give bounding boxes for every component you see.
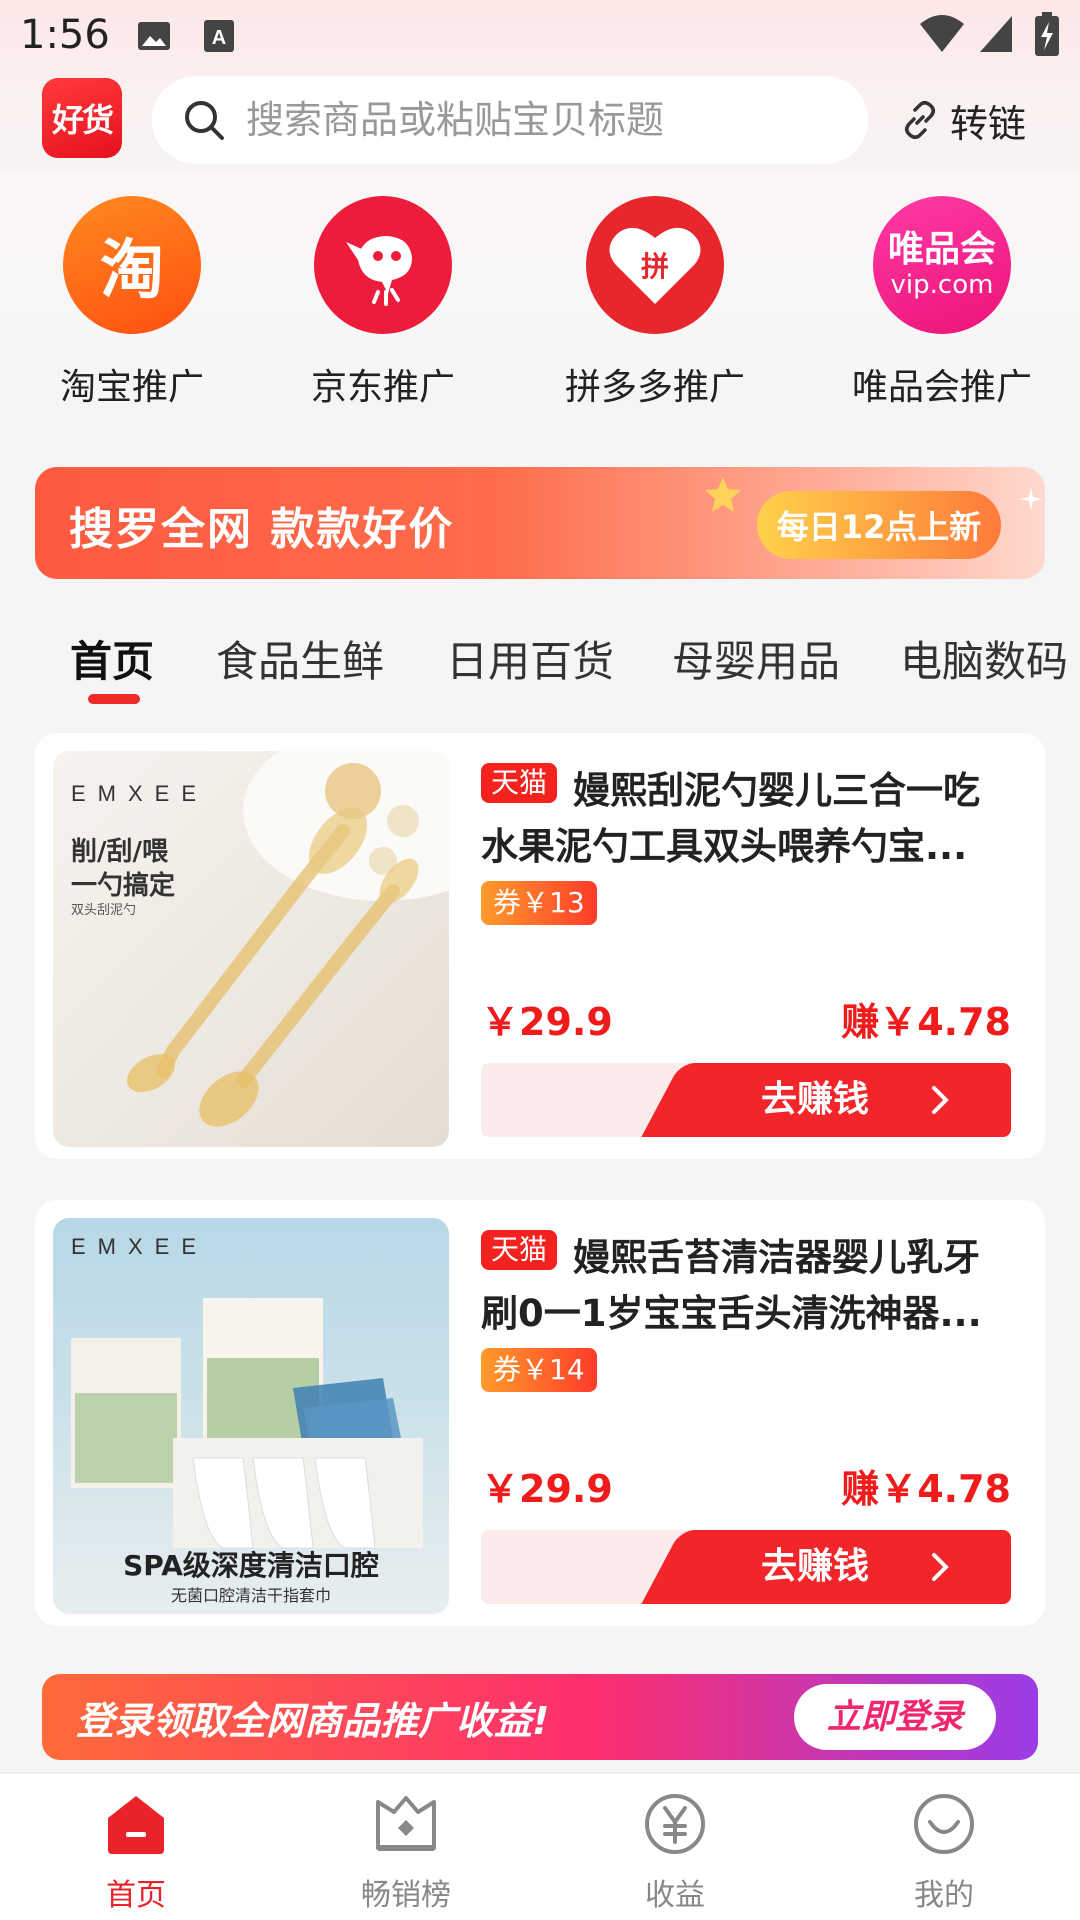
vipshop-icon-sub: vip.com [890, 270, 994, 300]
battery-charging-icon [1035, 12, 1059, 56]
nav-label: 畅销榜 [361, 1878, 451, 1913]
platform-vipshop[interactable]: 唯品会 vip.com 唯品会推广 [842, 196, 1042, 410]
tab-mother-baby[interactable]: 母婴用品 [672, 628, 840, 689]
nav-home[interactable]: 首页 [56, 1792, 216, 1914]
nav-earnings[interactable]: 收益 [595, 1792, 755, 1914]
vipshop-icon-text: 唯品会 [887, 229, 996, 270]
pinduoduo-icon: 拼 [586, 196, 724, 334]
jd-dog-icon [314, 196, 452, 334]
link-icon [905, 101, 935, 139]
spoon-illustration [127, 751, 449, 1127]
tmall-badge: 天猫 [481, 763, 558, 803]
cellular-signal-icon [980, 16, 1012, 52]
product-image[interactable]: EMXEE 削/刮/喂 一勺搞定 双头刮泥勺 [53, 751, 449, 1147]
pinduoduo-heart-glyph: 拼 [609, 227, 701, 304]
nav-label: 首页 [106, 1878, 166, 1913]
category-tabs: 首页 食品生鲜 日用百货 母婴用品 电脑数码 [0, 628, 1080, 708]
pinduoduo-icon-text: 拼 [641, 250, 669, 283]
earn-button-highlight: 去赚钱 [701, 1063, 1011, 1137]
tab-daily-goods[interactable]: 日用百货 [446, 628, 614, 689]
tab-food[interactable]: 食品生鲜 [216, 628, 384, 689]
product-image-caption: 无菌口腔清洁干指套巾 [170, 1586, 331, 1605]
search-input[interactable] [246, 76, 846, 164]
earn-button-label: 去赚钱 [761, 1079, 870, 1120]
tab-home[interactable]: 首页 [70, 628, 154, 689]
home-icon [108, 1796, 164, 1854]
chevron-right-icon [932, 1086, 949, 1114]
jd-dog-glyph [346, 236, 412, 306]
commission-amount: 赚￥4.78 [841, 1467, 1011, 1511]
platform-label: 拼多多推广 [564, 367, 745, 408]
login-promo-banner[interactable]: 登录领取全网商品推广收益! 立即登录 [42, 1674, 1038, 1760]
platform-label: 淘宝推广 [59, 367, 204, 408]
commission-amount: 赚￥4.78 [841, 1000, 1011, 1044]
product-image[interactable]: EMXEE SPA级深度清洁口腔 无菌口腔清洁干指套巾 [53, 1218, 449, 1614]
platform-shortcuts: 淘 淘宝推广 京东推广 拼 拼多多推广 唯品会 vip.com 唯品会推广 [0, 170, 1080, 460]
coupon-badge: 券￥13 [481, 881, 597, 925]
earn-button-highlight: 去赚钱 [701, 1530, 1011, 1604]
active-tab-indicator [88, 694, 140, 704]
platform-label: 京东推广 [310, 367, 455, 408]
earn-button-label: 去赚钱 [761, 1546, 870, 1587]
login-promo-text: 登录领取全网商品推广收益! [76, 1699, 550, 1743]
gallery-icon [138, 22, 170, 50]
promo-banner-title: 搜罗全网 款款好价 [69, 504, 455, 555]
yen-icon [645, 1794, 705, 1854]
star-icon [705, 477, 741, 512]
earn-money-button[interactable]: 去赚钱 [481, 1063, 1011, 1137]
convert-link-button[interactable]: 转链 [900, 82, 1026, 158]
accessibility-notification-icon: A [204, 20, 234, 52]
product-card[interactable]: EMXEE 削/刮/喂 一勺搞定 双头刮泥勺 嫚熙刮泥勺婴儿三合一吃水果泥勺工具… [35, 733, 1045, 1159]
taobao-icon: 淘 [63, 196, 201, 334]
smile-icon [914, 1794, 974, 1854]
earn-money-button[interactable]: 去赚钱 [481, 1530, 1011, 1604]
vipshop-icon: 唯品会 vip.com [873, 196, 1011, 334]
nav-label: 我的 [914, 1878, 974, 1913]
nav-profile[interactable]: 我的 [864, 1792, 1024, 1914]
ranking-icon [376, 1796, 436, 1851]
promo-banner-tag: 每日12点上新 [757, 491, 1001, 559]
nav-label: 收益 [645, 1878, 705, 1913]
nav-bestsellers[interactable]: 畅销榜 [326, 1792, 486, 1914]
platform-label: 唯品会推广 [851, 367, 1032, 408]
coupon-badge: 券￥14 [481, 1348, 597, 1392]
taobao-icon-text: 淘 [100, 234, 164, 308]
search-icon [185, 101, 224, 140]
login-now-button[interactable]: 立即登录 [794, 1684, 996, 1750]
promo-banner[interactable]: 搜罗全网 款款好价 每日12点上新 [35, 467, 1045, 579]
app-logo-text: 好货 [51, 101, 114, 139]
product-price: ￥29.9 [481, 1467, 613, 1511]
status-time: 1:56 [20, 12, 110, 58]
header: 好货 转链 [0, 72, 1080, 172]
wifi-icon [920, 15, 964, 52]
product-price: ￥29.9 [481, 1000, 613, 1044]
app-logo: 好货 [42, 78, 122, 158]
status-bar: 1:56 A [0, 0, 1080, 72]
search-box[interactable] [152, 76, 868, 164]
platform-jd[interactable]: 京东推广 [283, 196, 483, 410]
tmall-badge: 天猫 [481, 1230, 558, 1270]
product-image-caption: SPA级深度清洁口腔 [123, 1549, 379, 1582]
svg-text:A: A [212, 27, 226, 49]
tab-digital[interactable]: 电脑数码 [900, 628, 1068, 689]
bottom-navigation: 首页 畅销榜 收益 我的 [0, 1772, 1080, 1920]
platform-taobao[interactable]: 淘 淘宝推广 [32, 196, 232, 410]
product-title[interactable]: 嫚熙舌苔清洁器婴儿乳牙刷0一1岁宝宝舌头清洗神器... [481, 1230, 1011, 1342]
product-title[interactable]: 嫚熙刮泥勺婴儿三合一吃水果泥勺工具双头喂养勺宝... [481, 763, 1011, 875]
platform-pinduoduo[interactable]: 拼 拼多多推广 [555, 196, 755, 410]
convert-link-label: 转链 [950, 101, 1027, 146]
product-card[interactable]: EMXEE SPA级深度清洁口腔 无菌口腔清洁干指套巾 嫚熙舌苔清洁器婴儿乳牙刷… [35, 1200, 1045, 1626]
chevron-right-icon [932, 1553, 949, 1581]
sparkle-icon [1019, 487, 1043, 511]
